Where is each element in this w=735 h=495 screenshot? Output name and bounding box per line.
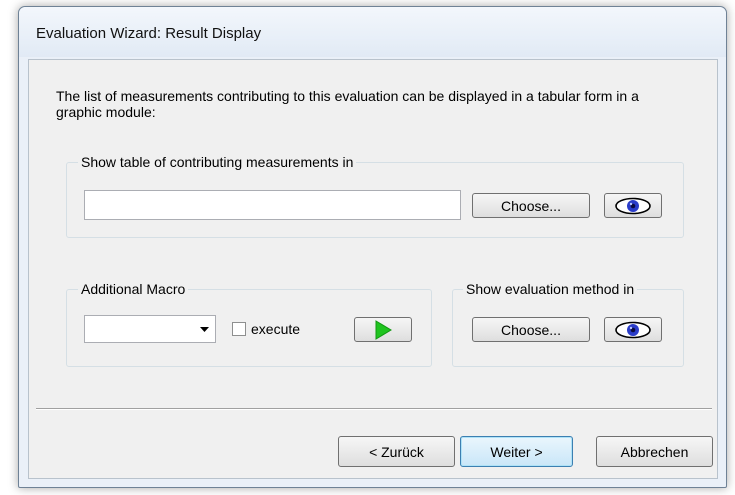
intro-text: The list of measurements contributing to… bbox=[56, 88, 639, 120]
execute-label: execute bbox=[251, 321, 301, 337]
execute-checkbox[interactable] bbox=[232, 322, 246, 336]
back-button[interactable]: < Zurück bbox=[338, 436, 455, 467]
cancel-button[interactable]: Abbrechen bbox=[596, 436, 713, 467]
macro-combo[interactable] bbox=[84, 315, 216, 343]
table-module-input[interactable] bbox=[84, 190, 461, 220]
table-choose-button[interactable]: Choose... bbox=[472, 193, 590, 218]
eval-group-label: Show evaluation method in bbox=[463, 281, 638, 297]
table-group-label: Show table of contributing measurements … bbox=[78, 154, 357, 170]
wizard-client-area bbox=[28, 59, 718, 479]
play-icon bbox=[375, 319, 392, 340]
table-view-button[interactable] bbox=[604, 193, 662, 218]
title-bar[interactable]: Evaluation Wizard: Result Display bbox=[19, 7, 726, 57]
eye-icon bbox=[615, 197, 651, 214]
window-title: Evaluation Wizard: Result Display bbox=[36, 25, 262, 42]
macro-group-label: Additional Macro bbox=[78, 281, 189, 297]
next-button[interactable]: Weiter > bbox=[460, 436, 573, 467]
dropdown-arrow-icon bbox=[200, 327, 209, 332]
eval-choose-button[interactable]: Choose... bbox=[472, 317, 590, 342]
wizard-window: Evaluation Wizard: Result Display bbox=[18, 6, 727, 488]
eye-icon bbox=[615, 321, 651, 338]
run-macro-button[interactable] bbox=[354, 317, 412, 342]
footer-separator bbox=[36, 408, 712, 410]
eval-view-button[interactable] bbox=[604, 317, 662, 342]
